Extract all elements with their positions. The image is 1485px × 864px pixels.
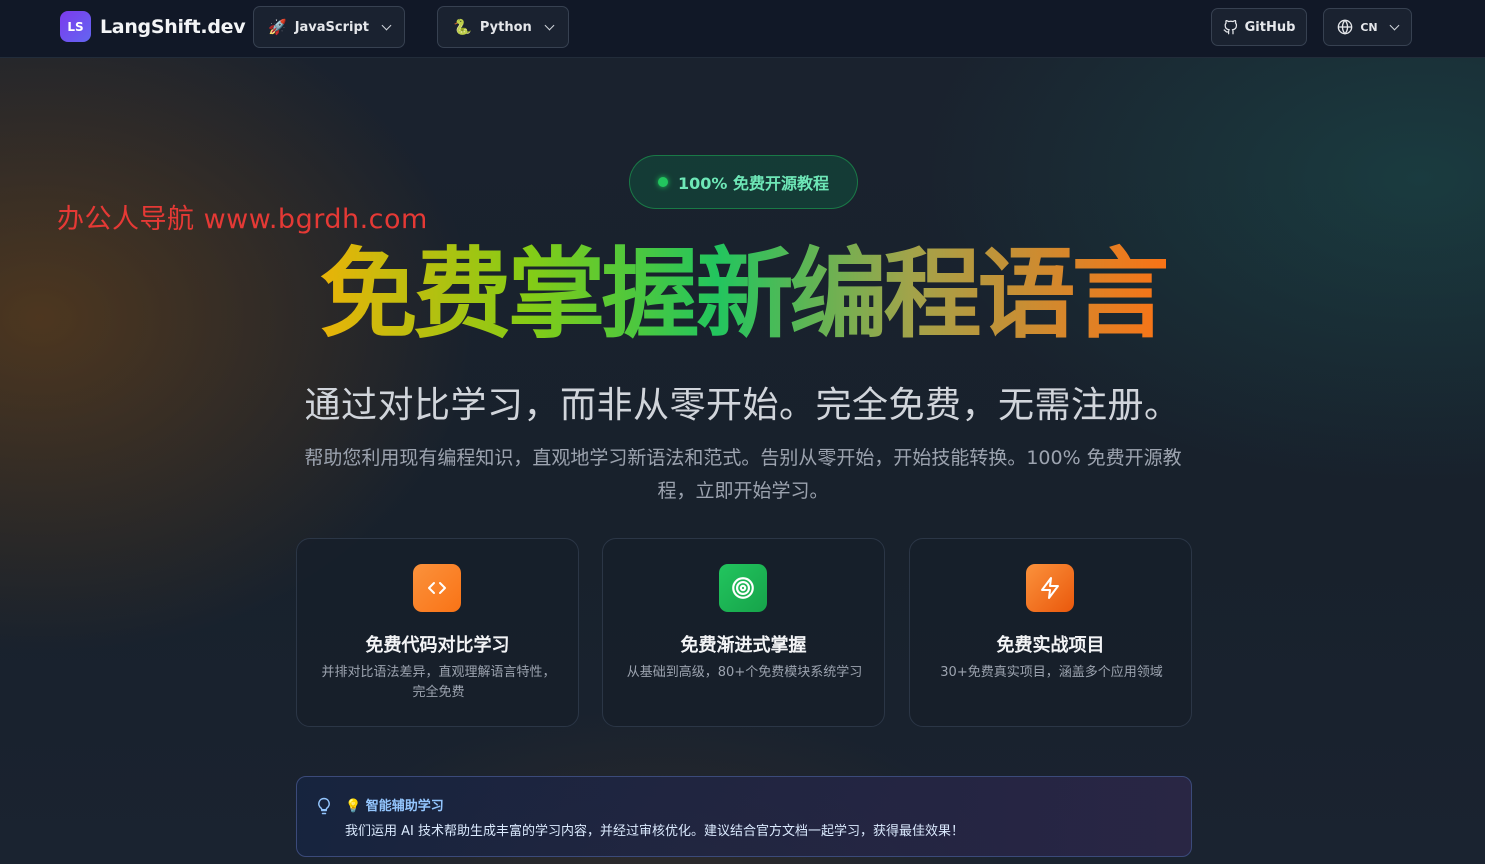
- top-navbar: LS LangShift.dev 🚀 JavaScript 🐍 Python G…: [0, 0, 1485, 58]
- free-badge: 100% 免费开源教程: [629, 155, 858, 209]
- chevron-down-icon: [544, 20, 555, 30]
- hero-section: 100% 免费开源教程 免费掌握新编程语言 通过对比学习，而非从零开始。完全免费…: [0, 58, 1485, 864]
- source-language-select[interactable]: 🚀 JavaScript: [253, 6, 405, 48]
- github-icon: [1223, 19, 1237, 34]
- hero-title: 免费掌握新编程语言: [0, 241, 1485, 350]
- feature-card-code-compare: 免费代码对比学习 并排对比语法差异，直观理解语言特性，完全免费: [296, 538, 579, 727]
- badge-label: 100% 免费开源教程: [677, 174, 829, 193]
- feature-text: 从基础到高级，80+个免费模块系统学习: [626, 665, 863, 680]
- status-dot: [657, 177, 668, 187]
- site-logo[interactable]: LS LangShift.dev: [60, 11, 246, 42]
- watermark-text: 办公人导航 www.bgrdh.com: [57, 204, 428, 235]
- feature-card-projects: 免费实战项目 30+免费真实项目，涵盖多个应用领域: [909, 538, 1192, 727]
- globe-icon: [1338, 19, 1353, 35]
- feature-text: 30+免费真实项目，涵盖多个应用领域: [940, 665, 1163, 680]
- hero-title-text: 免费掌握新编程语言: [319, 238, 1169, 352]
- feature-title: 免费代码对比学习: [365, 635, 510, 656]
- chevron-down-icon: [381, 20, 392, 30]
- hero-description: 帮助您利用现有编程知识，直观地学习新语法和范式。告别从零开始，开始技能转换。10…: [304, 447, 1182, 502]
- feature-text: 并排对比语法差异，直观理解语言特性，完全免费: [321, 665, 556, 700]
- locale-select[interactable]: CN: [1323, 8, 1412, 46]
- locale-label: CN: [1360, 20, 1378, 34]
- source-language-label: JavaScript: [294, 19, 369, 35]
- logo-mark: LS: [60, 11, 91, 42]
- code-icon: [413, 564, 461, 612]
- target-language-select[interactable]: 🐍 Python: [437, 6, 569, 48]
- target-icon: [719, 564, 767, 612]
- github-button[interactable]: GitHub: [1211, 8, 1307, 46]
- github-label: GitHub: [1244, 19, 1296, 35]
- feature-title: 免费实战项目: [996, 635, 1105, 656]
- lightning-icon: [1026, 564, 1074, 612]
- rocket-icon: 🚀: [268, 18, 287, 36]
- chevron-down-icon: [1389, 20, 1400, 30]
- hero-subtitle: 通过对比学习，而非从零开始。完全免费，无需注册。: [304, 385, 1181, 426]
- ai-notice-banner: 💡 智能辅助学习 我们运用 AI 技术帮助生成丰富的学习内容，并经过审核优化。建…: [296, 776, 1192, 857]
- target-language-label: Python: [479, 19, 532, 35]
- logo-text: LangShift.dev: [100, 15, 246, 38]
- snake-icon: 🐍: [453, 18, 472, 36]
- notice-text: 我们运用 AI 技术帮助生成丰富的学习内容，并经过审核优化。建议结合官方文档一起…: [345, 824, 964, 839]
- feature-card-progressive: 免费渐进式掌握 从基础到高级，80+个免费模块系统学习: [602, 538, 885, 727]
- feature-title: 免费渐进式掌握: [680, 635, 807, 656]
- lightbulb-icon: [318, 797, 330, 815]
- notice-title: 💡 智能辅助学习: [345, 799, 444, 814]
